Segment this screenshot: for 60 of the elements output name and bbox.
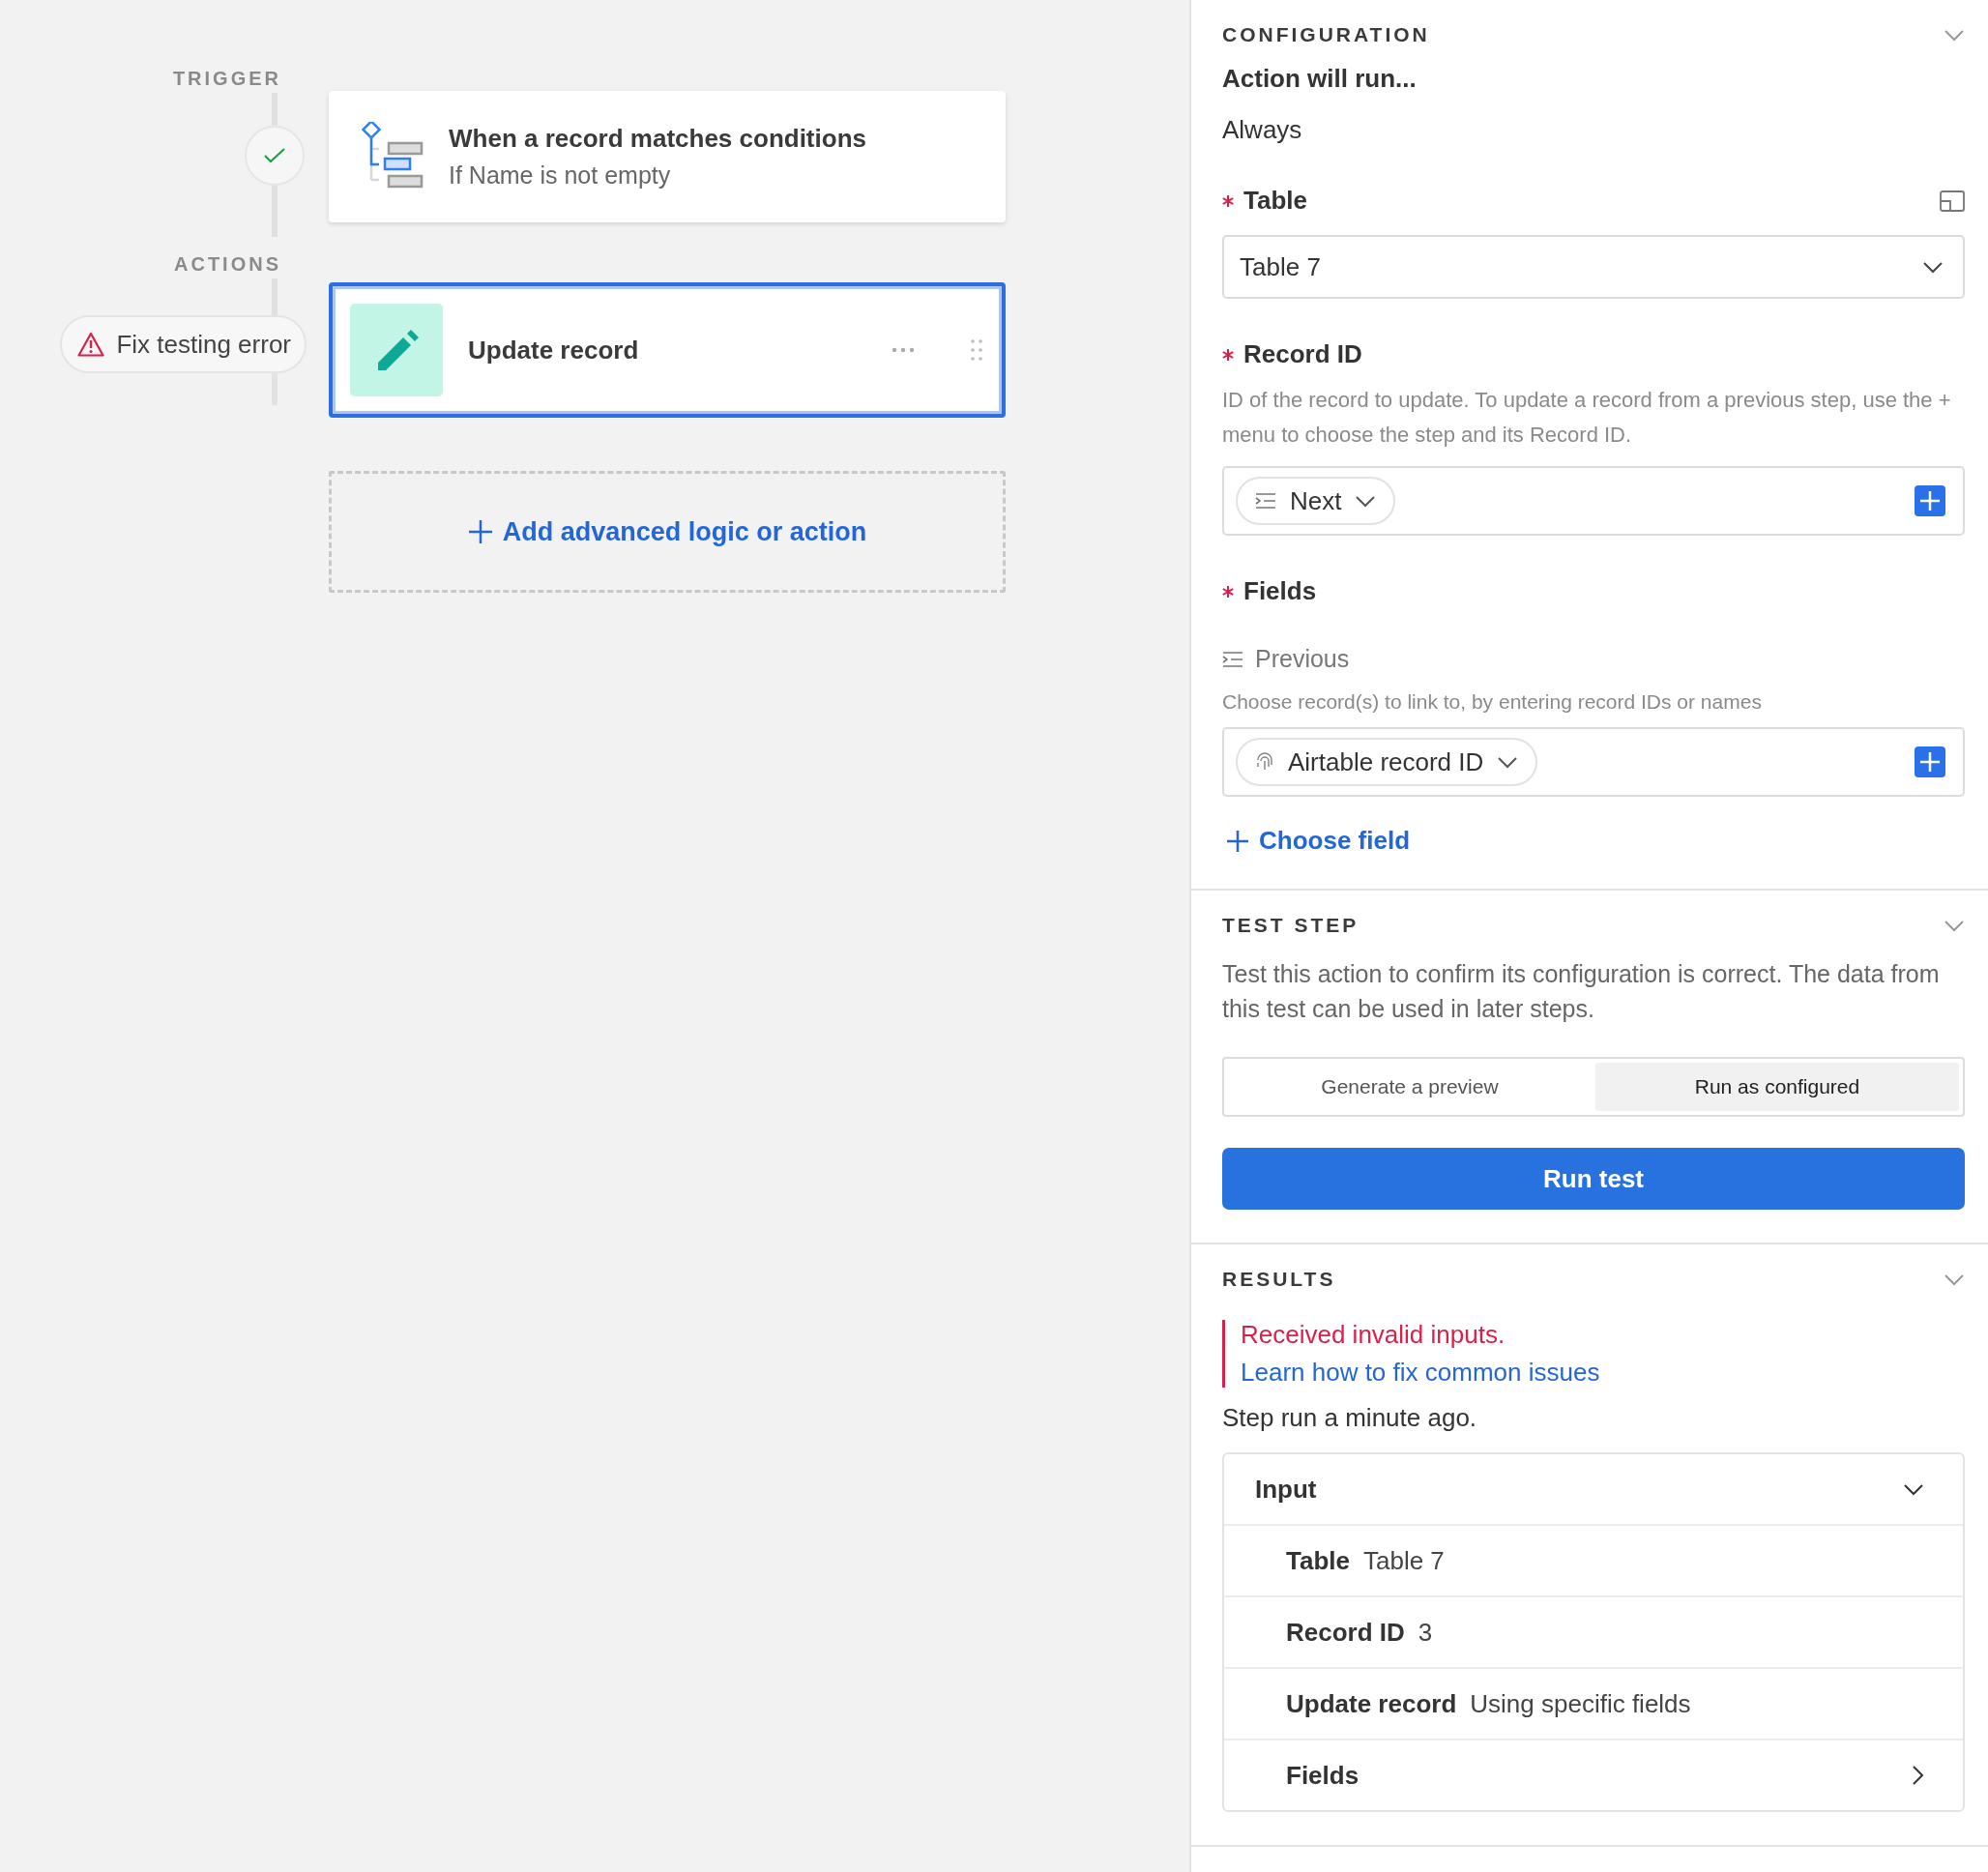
section-title: RESULTS: [1222, 1268, 1336, 1291]
section-title: TEST STEP: [1222, 914, 1359, 937]
add-step-button[interactable]: Add advanced logic or action: [329, 471, 1006, 593]
fingerprint-icon: [1255, 752, 1274, 772]
field-label: Table: [1243, 186, 1307, 216]
chevron-down-icon: [1355, 494, 1377, 508]
chevron-down-icon[interactable]: [1944, 919, 1965, 932]
plus-icon: [467, 519, 493, 544]
plus-icon: [1919, 490, 1941, 512]
section-description: Test this action to confirm its configuration is correct. The data from this test can be used in later steps.: [1222, 959, 1941, 1024]
panel-layout-icon[interactable]: [1940, 190, 1965, 212]
action-card[interactable]: Update record: [329, 282, 1006, 418]
token-pill[interactable]: Next: [1236, 477, 1396, 525]
field-label: Table: [1286, 1545, 1350, 1576]
chevron-down-icon: [1497, 755, 1519, 769]
run-status: Step run a minute ago.: [1222, 1403, 1478, 1433]
run-test-button[interactable]: Run test: [1222, 1148, 1965, 1210]
chevron-right-icon: [1912, 1765, 1924, 1786]
field-value: Table 7: [1363, 1545, 1445, 1576]
add-button[interactable]: [1915, 746, 1945, 777]
token-pill[interactable]: Airtable record ID: [1236, 738, 1538, 786]
field-label: Record ID: [1286, 1617, 1405, 1648]
field-value: 3: [1418, 1617, 1433, 1648]
card-subtitle: If Name is not empty: [449, 161, 672, 190]
run-condition-label: Action will run...: [1222, 64, 1418, 94]
add-button[interactable]: [1915, 485, 1945, 516]
trigger-card[interactable]: When a record matches conditions If Name is not empty: [329, 91, 1006, 222]
token-field[interactable]: Airtable record ID: [1222, 727, 1965, 797]
plus-icon: [1919, 751, 1941, 773]
mode-tab[interactable]: Run as configured: [1595, 1063, 1959, 1111]
run-condition-value: Always: [1222, 115, 1303, 145]
token-field[interactable]: Next: [1222, 466, 1965, 536]
field-name: Previous: [1255, 645, 1350, 673]
list-icon: [1222, 651, 1243, 667]
list-icon: [1255, 493, 1276, 509]
error-message: Received invalid inputs.: [1241, 1320, 1506, 1350]
plus-icon: [1226, 829, 1249, 853]
field-label: Update record: [1286, 1688, 1457, 1719]
chevron-down-icon[interactable]: [1944, 28, 1965, 42]
chevron-down-icon: [1922, 260, 1944, 274]
field-label: Fields: [1243, 576, 1317, 606]
drag-handle-icon[interactable]: [971, 339, 982, 361]
choose-field-link[interactable]: Choose field: [1222, 826, 1410, 856]
fix-error-button[interactable]: Fix testing error: [60, 315, 307, 373]
section-label: TRIGGER: [172, 67, 281, 91]
warning-icon: [77, 332, 105, 357]
card-title: Update record: [468, 335, 640, 366]
section-label: ACTIONS: [174, 252, 281, 277]
field-label: Record ID: [1243, 339, 1362, 369]
field-description: ID of the record to update. To update a record from a previous step, use the + menu to choose the step and its Record ID.: [1222, 387, 1952, 449]
help-link[interactable]: Learn how to fix common issues: [1241, 1358, 1600, 1388]
pencil-icon: [350, 304, 443, 396]
chevron-down-icon[interactable]: [1944, 1272, 1965, 1286]
card-title: When a record matches conditions: [449, 124, 866, 154]
field-hint: Choose record(s) to link to, by entering record IDs or names: [1222, 690, 1763, 714]
more-icon[interactable]: [892, 347, 915, 353]
check-icon: [264, 148, 285, 163]
field-value: Using specific fields: [1470, 1688, 1691, 1719]
section-title: CONFIGURATION: [1222, 23, 1430, 46]
table-dropdown[interactable]: Table 7: [1222, 235, 1965, 299]
